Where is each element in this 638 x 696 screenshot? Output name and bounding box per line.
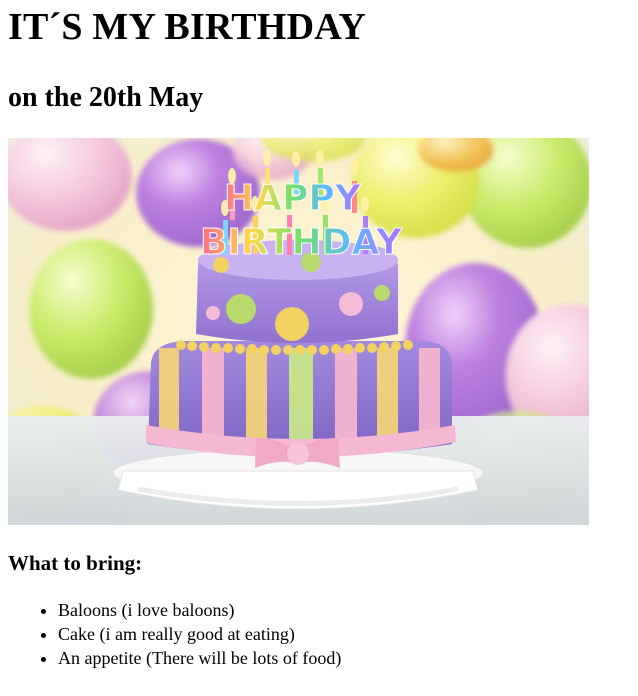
page-subtitle: on the 20th May (8, 82, 204, 113)
list-item: Baloons (i love baloons) (58, 598, 630, 622)
candle-letters-happy: HAPPY (224, 178, 362, 219)
candle-letters-birthday: BIRTHDAY (200, 222, 403, 263)
birthday-cake-image: HAPPY BIRTHDAY (8, 138, 589, 525)
page-title: IT´S MY BIRTHDAY (8, 6, 367, 48)
page: IT´S MY BIRTHDAY on the 20th May HAPPY B… (0, 5, 638, 670)
bring-heading: What to bring: (8, 551, 143, 575)
balloon-icon (29, 239, 153, 379)
list-item: An appetite (There will be lots of food) (58, 646, 630, 670)
bring-list: Baloons (i love baloons) Cake (i am real… (8, 598, 630, 670)
cake-bottom-tier (146, 341, 456, 468)
list-item: Cake (i am really good at eating) (58, 622, 630, 646)
